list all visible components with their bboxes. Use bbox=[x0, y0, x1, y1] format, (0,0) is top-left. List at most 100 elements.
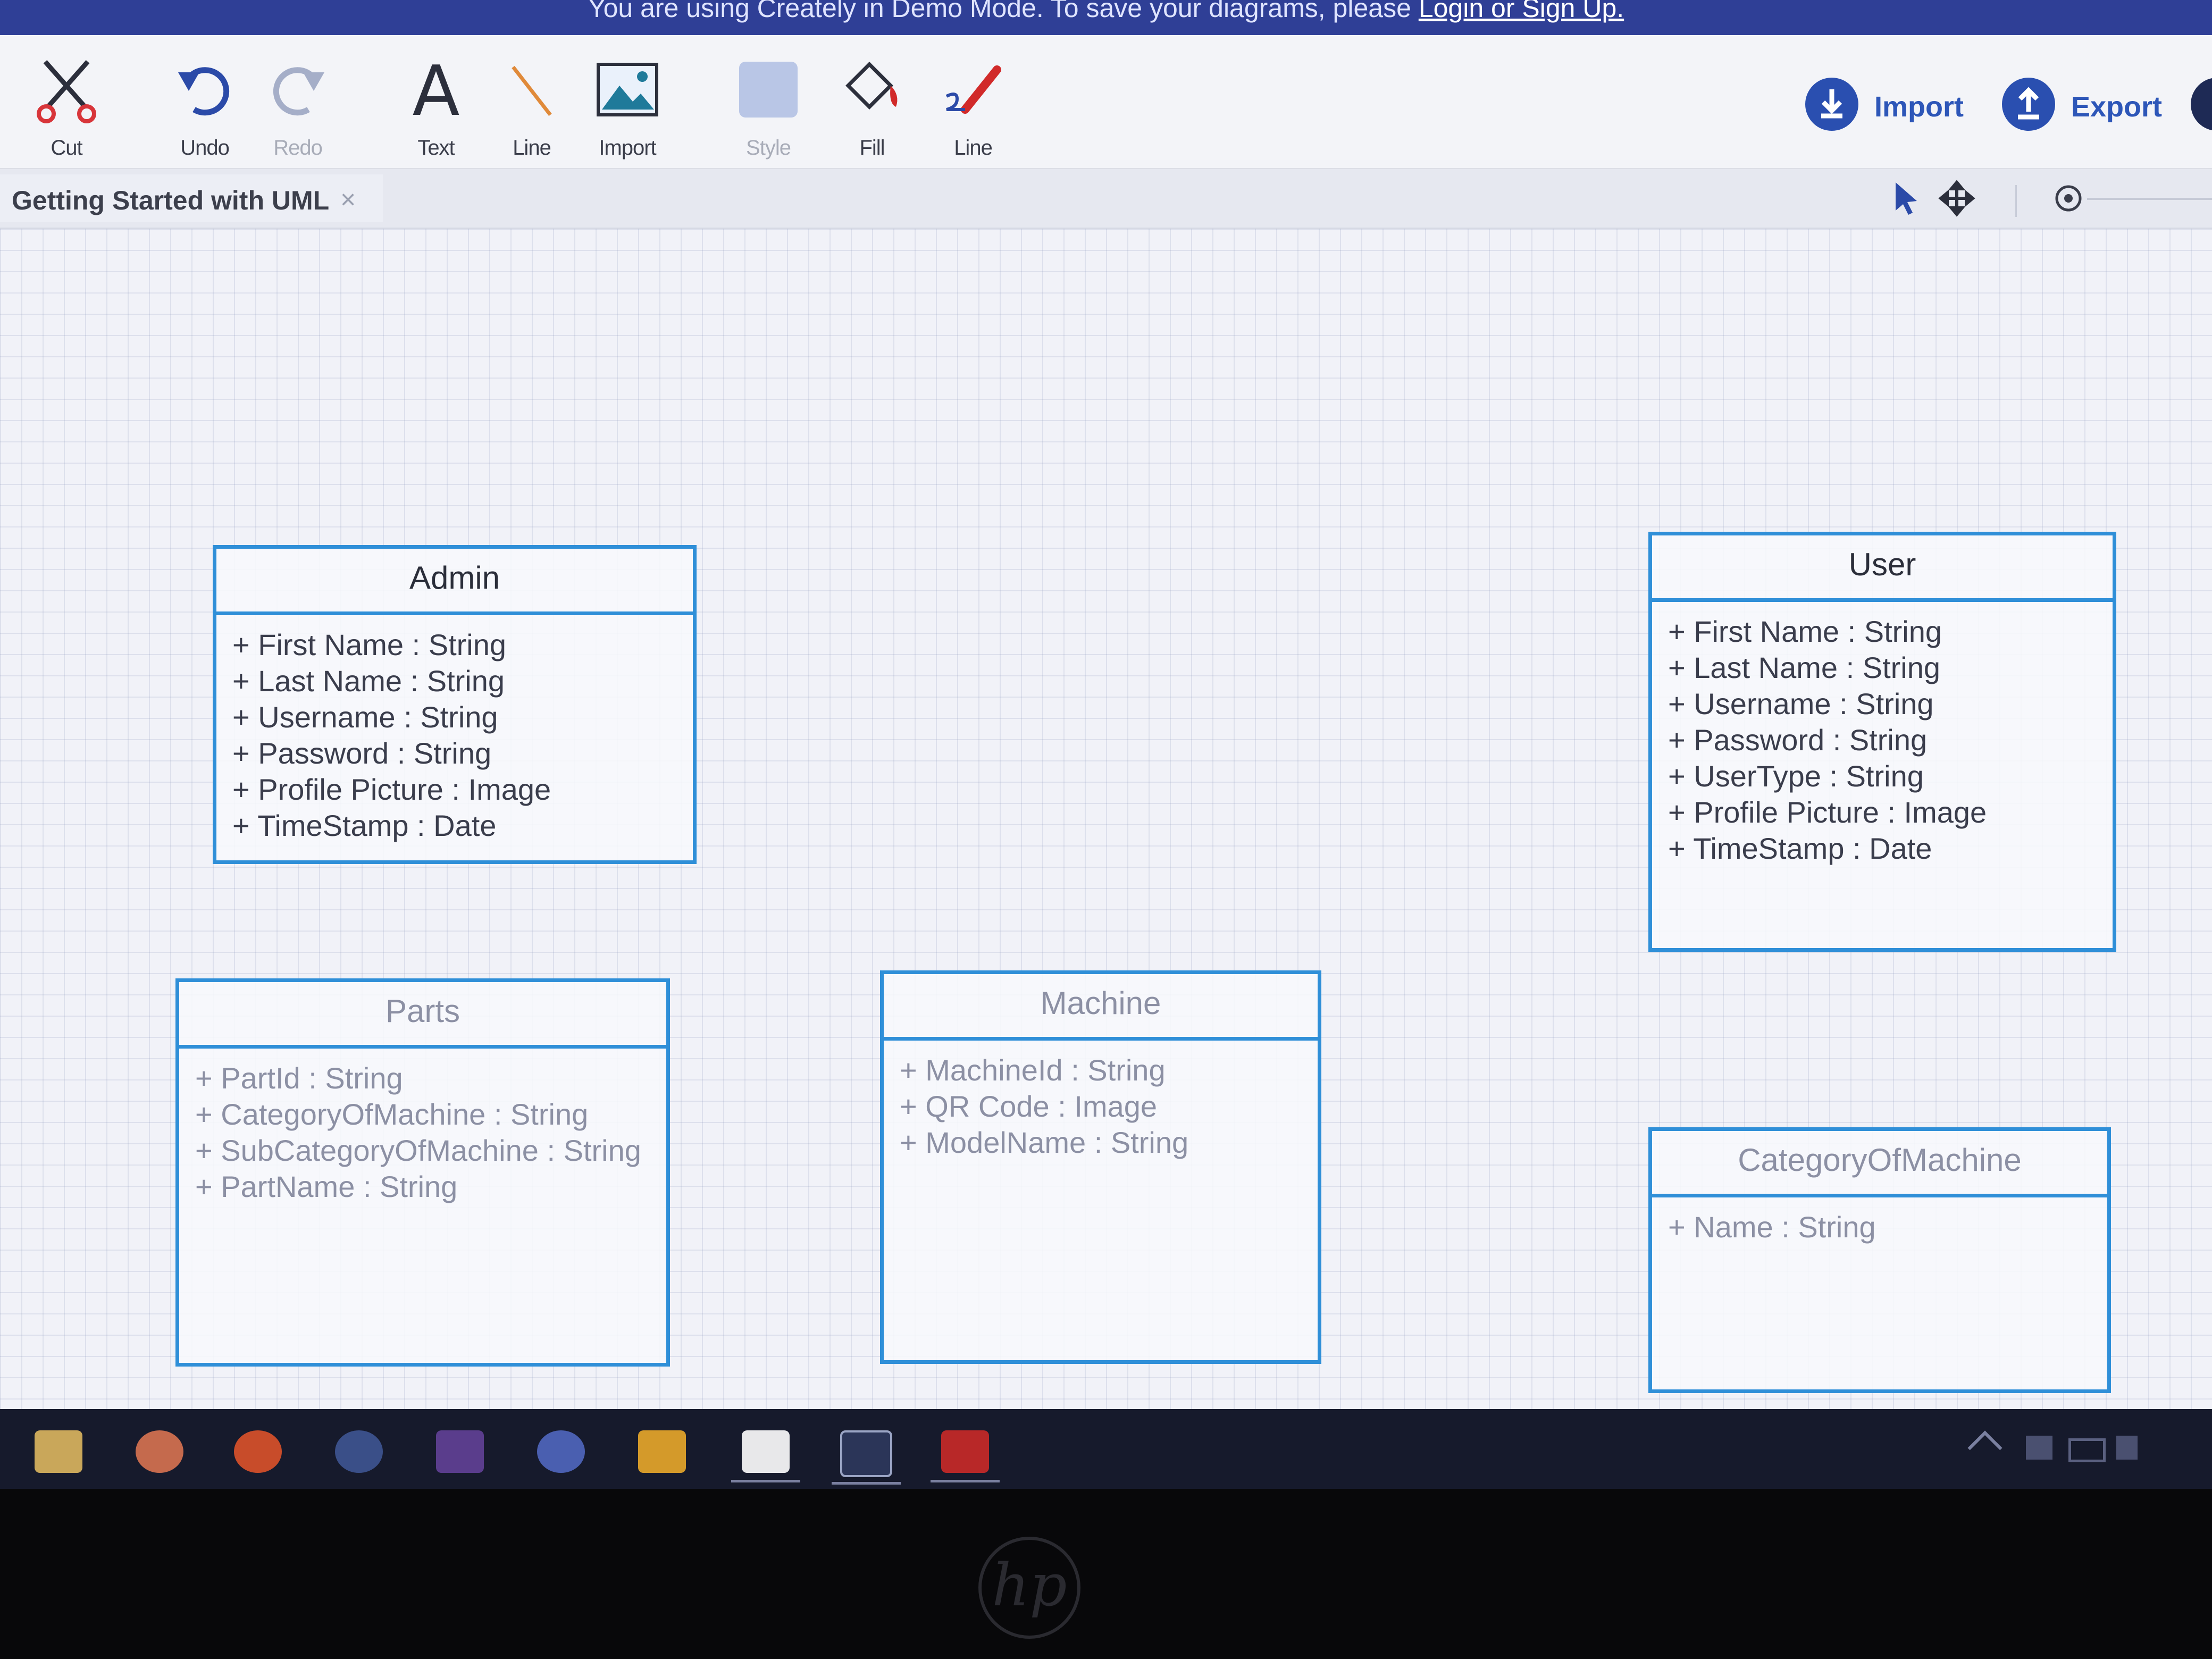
close-tab-icon[interactable]: × bbox=[340, 184, 356, 215]
undo-icon bbox=[178, 67, 230, 116]
pointer-tool-icon[interactable] bbox=[1890, 180, 1922, 217]
undo-label: Undo bbox=[180, 136, 230, 160]
line-icon bbox=[512, 65, 552, 116]
attribute: + Name : String bbox=[1668, 1210, 1876, 1244]
line-color-icon bbox=[945, 65, 1001, 114]
pan-tool-icon[interactable] bbox=[1938, 180, 1975, 217]
class-name-machine: Machine bbox=[884, 974, 1318, 1041]
attribute-list-machine: + MachineId : String + QR Code : Image +… bbox=[884, 1041, 1318, 1161]
class-name-user: User bbox=[1652, 535, 2113, 602]
login-signup-link[interactable]: Login or Sign Up. bbox=[1419, 0, 1624, 23]
attribute: + Last Name : String bbox=[232, 664, 505, 698]
vpn-icon[interactable] bbox=[537, 1430, 585, 1473]
attribute: + Username : String bbox=[1668, 687, 1934, 720]
terminal-icon[interactable] bbox=[832, 1430, 901, 1485]
import-button-label: Import bbox=[1874, 91, 1964, 123]
attribute: + PartName : String bbox=[195, 1170, 458, 1203]
document-tab-title: Getting Started with UML bbox=[12, 186, 330, 215]
attribute-list-parts: + PartId : String + CategoryOfMachine : … bbox=[179, 1049, 666, 1205]
volume-icon[interactable] bbox=[2116, 1436, 2138, 1460]
battery-icon[interactable] bbox=[2068, 1438, 2106, 1462]
style-button[interactable]: Style bbox=[723, 56, 814, 163]
class-name-admin: Admin bbox=[216, 549, 693, 615]
export-button[interactable]: Export bbox=[2002, 78, 2177, 136]
upload-icon bbox=[2002, 78, 2055, 131]
redo-label: Redo bbox=[273, 136, 323, 160]
class-name-parts: Parts bbox=[179, 982, 666, 1049]
uml-class-category-of-machine[interactable]: CategoryOfMachine + Name : String bbox=[1648, 1127, 2111, 1393]
fill-bucket-icon bbox=[845, 62, 898, 110]
screen: You are using Creately in Demo Mode. To … bbox=[0, 0, 2212, 1489]
attribute: + UserType : String bbox=[1668, 759, 1924, 793]
attribute: + Last Name : String bbox=[1668, 651, 1941, 684]
export-button-label: Export bbox=[2071, 91, 2163, 123]
uml-class-user[interactable]: User + First Name : String + Last Name :… bbox=[1648, 532, 2116, 952]
firefox-icon[interactable] bbox=[234, 1430, 282, 1473]
text-tool-button[interactable]: A Text bbox=[391, 56, 481, 163]
wifi-icon[interactable] bbox=[2026, 1436, 2052, 1460]
attribute: + First Name : String bbox=[1668, 615, 1942, 648]
attribute-list-user: + First Name : String + Last Name : Stri… bbox=[1652, 602, 2113, 867]
cut-label: Cut bbox=[51, 136, 82, 160]
cut-button[interactable]: Cut bbox=[21, 56, 112, 163]
class-name-category-of-machine: CategoryOfMachine bbox=[1652, 1131, 2107, 1197]
uml-class-admin[interactable]: Admin + First Name : String + Last Name … bbox=[213, 545, 697, 864]
line-label: Line bbox=[513, 136, 551, 160]
taskbar bbox=[0, 1409, 2212, 1489]
redo-button[interactable]: Redo bbox=[253, 56, 343, 163]
line-color-button[interactable]: Line bbox=[928, 56, 1018, 163]
attribute: + ModelName : String bbox=[900, 1126, 1189, 1159]
attribute: + CategoryOfMachine : String bbox=[195, 1097, 589, 1131]
attribute: + Password : String bbox=[232, 736, 492, 770]
attribute-list-category-of-machine: + Name : String bbox=[1652, 1197, 2107, 1245]
sticky-notes-icon[interactable] bbox=[731, 1430, 800, 1482]
sublime-icon[interactable] bbox=[638, 1430, 686, 1473]
image-icon bbox=[597, 63, 658, 116]
attribute: + TimeStamp : Date bbox=[1668, 832, 1932, 865]
attribute: + Password : String bbox=[1668, 723, 1928, 757]
attribute: + TimeStamp : Date bbox=[232, 809, 497, 842]
tab-bar: Getting Started with UML × bbox=[0, 169, 2212, 229]
attribute: + Username : String bbox=[232, 700, 498, 734]
chevron-up-icon[interactable] bbox=[1967, 1430, 2002, 1465]
zoom-slider-handle[interactable] bbox=[2052, 182, 2084, 214]
attribute: + PartId : String bbox=[195, 1061, 403, 1095]
attribute: + Profile Picture : Image bbox=[232, 773, 551, 806]
more-icon[interactable] bbox=[2191, 78, 2212, 131]
document-tab[interactable]: Getting Started with UML × bbox=[0, 174, 383, 222]
text-label: Text bbox=[417, 136, 455, 160]
toolbar-divider bbox=[2015, 185, 2017, 217]
svg-text:A: A bbox=[413, 56, 460, 125]
attribute: + MachineId : String bbox=[900, 1053, 1166, 1087]
toolbar: Cut Undo Redo A Text Line Import Style F… bbox=[0, 35, 2212, 169]
style-icon bbox=[739, 62, 798, 118]
hp-logo-icon: hp bbox=[978, 1537, 1080, 1639]
line-color-label: Line bbox=[954, 136, 993, 160]
line-tool-button[interactable]: Line bbox=[487, 56, 577, 163]
attribute: + QR Code : Image bbox=[900, 1090, 1158, 1123]
demo-mode-banner: You are using Creately in Demo Mode. To … bbox=[0, 0, 2212, 35]
fill-label: Fill bbox=[859, 136, 885, 160]
diagram-canvas[interactable]: Admin + First Name : String + Last Name … bbox=[0, 229, 2212, 1409]
import-image-button[interactable]: Import bbox=[582, 56, 673, 163]
attribute-list-admin: + First Name : String + Last Name : Stri… bbox=[216, 615, 693, 844]
uml-class-parts[interactable]: Parts + PartId : String + CategoryOfMach… bbox=[175, 978, 670, 1367]
chrome-icon[interactable] bbox=[136, 1430, 183, 1473]
acrobat-icon[interactable] bbox=[931, 1430, 1000, 1482]
text-icon: A bbox=[413, 56, 460, 125]
download-icon bbox=[1805, 78, 1858, 131]
uml-class-machine[interactable]: Machine + MachineId : String + QR Code :… bbox=[880, 970, 1321, 1364]
attribute: + Profile Picture : Image bbox=[1668, 795, 1987, 829]
steam-icon[interactable] bbox=[335, 1430, 383, 1473]
fill-button[interactable]: Fill bbox=[827, 56, 917, 163]
zoom-slider-track[interactable] bbox=[2087, 198, 2212, 200]
laptop-bezel: hp bbox=[0, 1489, 2212, 1659]
import-label: Import bbox=[599, 136, 656, 160]
demo-banner-text: You are using Creately in Demo Mode. To … bbox=[588, 0, 1411, 23]
undo-button[interactable]: Undo bbox=[160, 56, 250, 163]
redo-icon bbox=[273, 67, 324, 116]
import-button[interactable]: Import bbox=[1805, 78, 1981, 136]
attribute: + First Name : String bbox=[232, 628, 507, 661]
file-explorer-icon[interactable] bbox=[35, 1430, 82, 1473]
ide-icon[interactable] bbox=[436, 1430, 484, 1473]
